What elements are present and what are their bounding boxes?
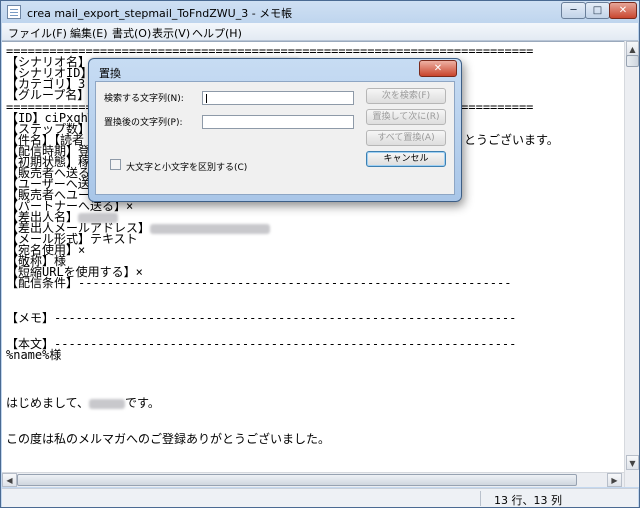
find-input[interactable] — [202, 91, 354, 105]
cursor-position: 13 行、13 列 — [494, 494, 562, 507]
status-bar: 13 行、13 列 — [2, 488, 638, 507]
menu-help[interactable]: ヘルプ(H) — [192, 25, 242, 41]
text-caret — [206, 94, 207, 103]
text-line: 【メモ】------------------------------------… — [6, 311, 517, 325]
text-line: 【本文】------------------------------------… — [6, 337, 517, 351]
maximize-button[interactable]: □ — [585, 2, 610, 19]
find-label: 検索する文字列(N): — [104, 94, 184, 104]
menu-view[interactable]: 表示(V) — [152, 25, 190, 41]
replace-button[interactable]: 置換して次に(R) — [366, 109, 446, 125]
text-line: はじめまして、 です。 — [6, 396, 160, 410]
status-divider — [480, 491, 481, 506]
menu-format[interactable]: 書式(O) — [112, 25, 151, 41]
notepad-app-icon — [7, 5, 21, 19]
vertical-scroll-thumb[interactable] — [626, 55, 639, 67]
text-line: この度は私のメルマガへのご登録ありがとうございました。 — [6, 432, 331, 446]
match-case-label: 大文字と小文字を区別する(C) — [126, 163, 248, 173]
minimize-button[interactable]: ─ — [561, 2, 586, 19]
menu-edit[interactable]: 編集(E) — [70, 25, 108, 41]
redacted-text — [89, 398, 126, 409]
text-line: %name%様 — [6, 348, 62, 362]
window-title: crea mail_export_stepmail_ToFndZWU_3 - メ… — [27, 7, 293, 20]
scroll-down-icon[interactable]: ▼ — [626, 455, 639, 470]
replace-input[interactable] — [202, 115, 354, 129]
find-next-button[interactable]: 次を検索(F) — [366, 88, 446, 104]
dialog-body: 検索する文字列(N): 置換後の文字列(P): 大文字と小文字を区別する(C) … — [95, 81, 455, 195]
menu-file[interactable]: ファイル(F) — [8, 25, 67, 41]
close-button[interactable]: ✕ — [609, 2, 637, 19]
title-bar[interactable]: crea mail_export_stepmail_ToFndZWU_3 - メ… — [1, 1, 639, 23]
horizontal-scrollbar[interactable]: ◀ ▶ — [2, 472, 624, 487]
menu-bar: ファイル(F) 編集(E) 書式(O) 表示(V) ヘルプ(H) — [2, 23, 638, 41]
replace-label: 置換後の文字列(P): — [104, 118, 183, 128]
dialog-close-button[interactable]: ✕ — [419, 60, 457, 77]
replace-dialog: 置換 ✕ 検索する文字列(N): 置換後の文字列(P): 大文字と小文字を区別す… — [88, 58, 462, 202]
scroll-up-icon[interactable]: ▲ — [626, 41, 639, 56]
text-line: 【配信条件】----------------------------------… — [6, 276, 512, 290]
horizontal-scroll-thumb[interactable] — [17, 474, 577, 486]
vertical-scrollbar[interactable]: ▲ ▼ — [624, 41, 639, 487]
text-line-tail: とうございます。 — [464, 133, 559, 147]
match-case-checkbox[interactable] — [110, 159, 121, 170]
dialog-title: 置換 — [99, 67, 121, 80]
replace-all-button[interactable]: すべて置換(A) — [366, 130, 446, 146]
redacted-text — [150, 223, 271, 234]
scroll-right-icon[interactable]: ▶ — [607, 473, 622, 487]
cancel-button[interactable]: キャンセル — [366, 151, 446, 167]
scroll-left-icon[interactable]: ◀ — [2, 473, 17, 487]
